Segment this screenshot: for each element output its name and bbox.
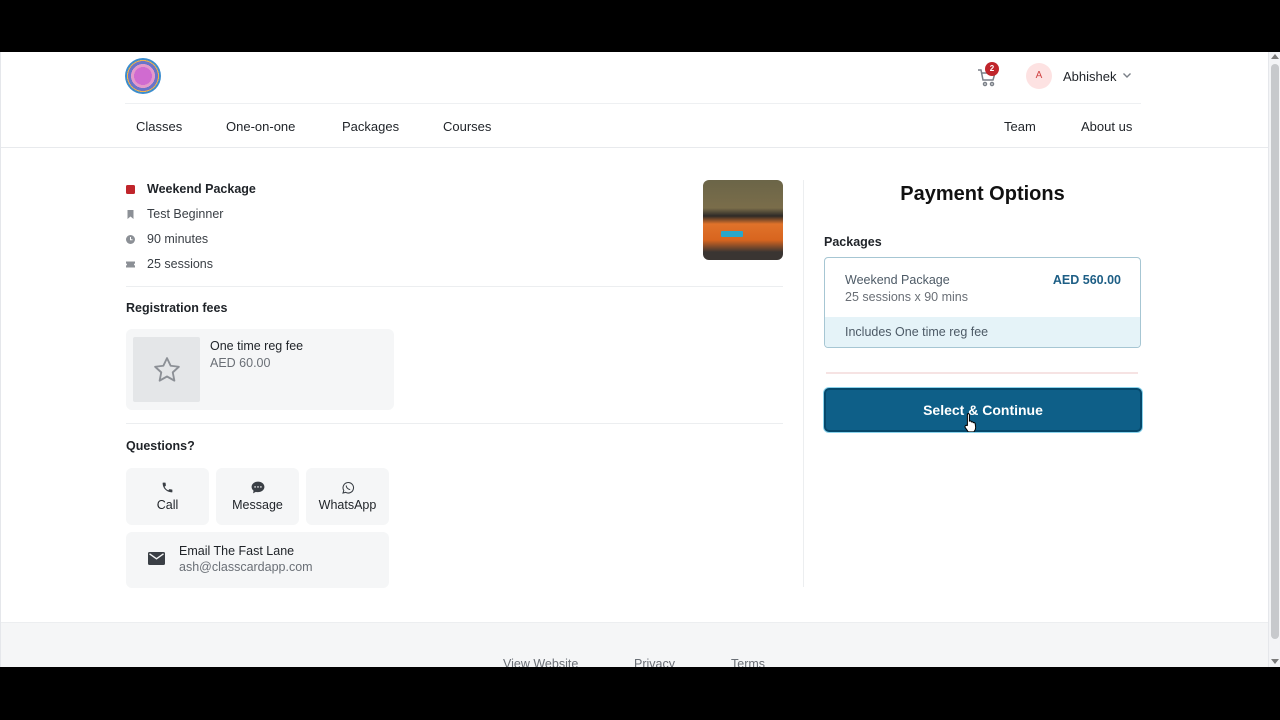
registration-fees-title: Registration fees xyxy=(126,301,228,315)
nav-one-on-one[interactable]: One-on-one xyxy=(226,119,295,134)
message-button[interactable]: Message xyxy=(216,468,299,525)
browser-viewport: 2 A Abhishek Classes One-on-one Packages… xyxy=(0,52,1280,667)
avatar[interactable]: A xyxy=(1026,63,1052,89)
nav-packages[interactable]: Packages xyxy=(342,119,399,134)
option-includes-text: Includes One time reg fee xyxy=(845,325,989,339)
nav-team[interactable]: Team xyxy=(1004,119,1036,134)
cart-count-badge: 2 xyxy=(985,62,999,76)
divider xyxy=(826,372,1138,374)
user-name[interactable]: Abhishek xyxy=(1063,69,1116,84)
nav-courses[interactable]: Courses xyxy=(443,119,491,134)
email-address[interactable]: ash@classcardapp.com xyxy=(179,560,313,574)
option-package-detail: 25 sessions x 90 mins xyxy=(845,290,968,304)
divider xyxy=(126,286,783,287)
footer-view-website-link[interactable]: View Website xyxy=(503,657,578,667)
email-label: Email The Fast Lane xyxy=(179,544,295,558)
chevron-down-icon[interactable] xyxy=(1122,70,1132,80)
level-text: Test Beginner xyxy=(147,207,224,221)
license-plate xyxy=(721,231,743,237)
whatsapp-button[interactable]: WhatsApp xyxy=(306,468,389,525)
packages-label: Packages xyxy=(824,235,882,249)
column-divider xyxy=(803,180,804,587)
package-option-card[interactable]: Weekend Package AED 560.00 25 sessions x… xyxy=(824,257,1141,348)
page-footer: View Website Privacy Terms xyxy=(1,622,1269,667)
bookmark-icon xyxy=(127,209,134,219)
nav-about-us[interactable]: About us xyxy=(1081,119,1132,134)
package-name-row: Weekend Package xyxy=(126,182,256,196)
chat-icon xyxy=(251,481,265,494)
sessions-text: 25 sessions xyxy=(147,257,214,271)
option-includes-bar: Includes One time reg fee xyxy=(825,317,1140,347)
phone-icon xyxy=(162,482,173,493)
registration-fee-card: One time reg fee AED 60.00 xyxy=(126,329,394,410)
ticket-icon xyxy=(126,261,135,267)
clock-icon xyxy=(126,234,135,244)
select-continue-button[interactable]: Select & Continue xyxy=(824,388,1142,432)
payment-options-title: Payment Options xyxy=(900,183,1065,205)
main-nav: Classes One-on-one Packages Courses Team… xyxy=(1,104,1269,148)
duration-text: 90 minutes xyxy=(147,232,209,246)
fee-name: One time reg fee xyxy=(210,339,304,353)
footer-privacy-link[interactable]: Privacy xyxy=(634,657,675,667)
scrollbar-thumb[interactable] xyxy=(1271,64,1279,639)
duration-row: 90 minutes xyxy=(126,232,208,246)
package-name: Weekend Package xyxy=(147,182,256,196)
option-package-price: AED 560.00 xyxy=(1052,273,1121,287)
package-image xyxy=(703,180,783,260)
brand-logo[interactable] xyxy=(125,58,161,94)
option-package-name: Weekend Package xyxy=(845,273,950,287)
whatsapp-label: WhatsApp xyxy=(318,498,377,512)
email-contact-card[interactable]: Email The Fast Lane ash@classcardapp.com xyxy=(126,532,389,588)
call-label: Call xyxy=(156,498,179,512)
sessions-row: 25 sessions xyxy=(126,257,213,271)
nav-classes[interactable]: Classes xyxy=(136,119,182,134)
fee-image-placeholder xyxy=(133,337,200,402)
questions-title: Questions? xyxy=(126,439,195,453)
hand-cursor-icon xyxy=(964,413,977,432)
level-row: Test Beginner xyxy=(126,207,223,221)
mail-icon xyxy=(148,552,165,565)
whatsapp-icon xyxy=(342,481,355,494)
scroll-down-arrow-icon[interactable] xyxy=(1271,659,1279,664)
top-header: 2 A Abhishek xyxy=(125,52,1141,104)
star-icon xyxy=(154,357,180,382)
footer-terms-link[interactable]: Terms xyxy=(731,657,765,667)
fee-price: AED 60.00 xyxy=(210,356,271,370)
package-color-icon xyxy=(126,184,135,194)
vertical-scrollbar[interactable] xyxy=(1268,52,1280,667)
message-label: Message xyxy=(232,498,283,512)
divider xyxy=(126,423,783,424)
call-button[interactable]: Call xyxy=(126,468,209,525)
scroll-up-arrow-icon[interactable] xyxy=(1271,54,1279,59)
